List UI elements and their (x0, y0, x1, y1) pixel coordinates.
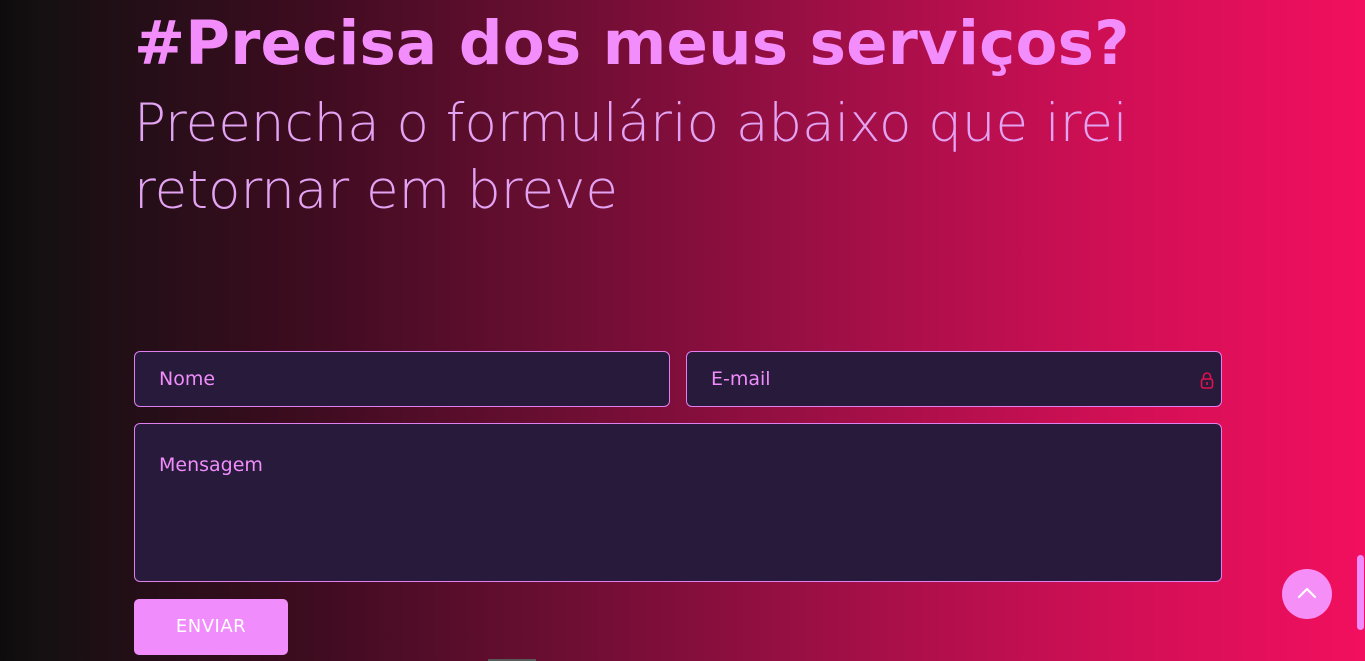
scrollbar-thumb[interactable] (1357, 555, 1364, 630)
submit-button[interactable]: ENVIAR (134, 599, 288, 655)
back-to-top-button[interactable] (1282, 569, 1332, 619)
message-placeholder: Mensagem (159, 454, 263, 476)
name-input[interactable]: Nome (134, 351, 670, 407)
message-textarea[interactable]: Mensagem (134, 423, 1222, 582)
password-manager-lock-icon[interactable] (1200, 371, 1214, 389)
name-placeholder: Nome (159, 368, 216, 390)
chevron-up-icon (1297, 587, 1317, 599)
email-placeholder: E-mail (711, 368, 771, 390)
email-input[interactable]: E-mail (686, 351, 1222, 407)
page-subtitle: Preencha o formulário abaixo que irei re… (134, 93, 1128, 221)
page-title: #Precisa dos meus serviços? (134, 8, 1130, 79)
